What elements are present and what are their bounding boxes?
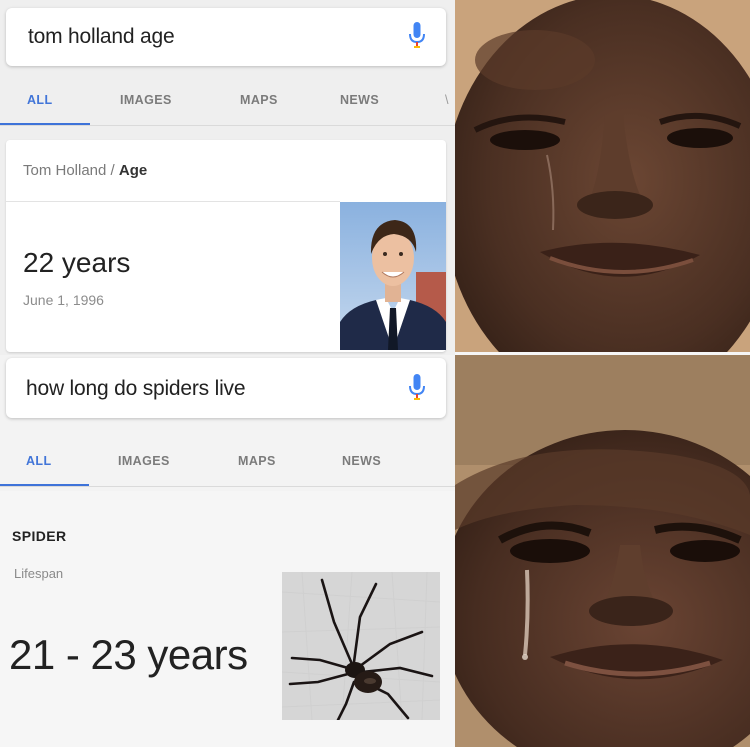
search-panel-spiders: how long do spiders live ALL IMAGES MAPS… bbox=[0, 355, 455, 747]
tabs-divider bbox=[0, 125, 455, 126]
search-bar[interactable]: tom holland age bbox=[6, 8, 446, 66]
microphone-icon[interactable] bbox=[408, 372, 426, 404]
answer-value: 22 years bbox=[23, 247, 131, 278]
result-tabs: ALL IMAGES MAPS NEWS \ bbox=[0, 82, 455, 126]
result-tabs: ALL IMAGES MAPS NEWS bbox=[0, 443, 455, 487]
microphone-icon[interactable] bbox=[408, 20, 426, 52]
search-panel-tom-holland: tom holland age ALL IMAGES MAPS NEWS \ T… bbox=[0, 0, 455, 355]
tab-images[interactable]: IMAGES bbox=[120, 93, 172, 107]
breadcrumb-separator: / bbox=[106, 162, 119, 179]
reaction-images bbox=[455, 0, 750, 747]
answer-card-spider: SPIDER Lifespan 21 - 23 years bbox=[0, 491, 455, 747]
breadcrumb-entity[interactable]: Tom Holland bbox=[23, 162, 106, 179]
crying-man-photo-top bbox=[455, 0, 750, 352]
tab-maps[interactable]: MAPS bbox=[238, 454, 276, 468]
breadcrumb-attribute: Age bbox=[118, 162, 148, 179]
search-input[interactable]: tom holland age bbox=[28, 25, 175, 49]
tab-news[interactable]: NEWS bbox=[342, 454, 381, 468]
tab-news[interactable]: NEWS bbox=[340, 93, 379, 107]
tab-maps[interactable]: MAPS bbox=[240, 93, 278, 107]
answer-card-age: Tom Holland / Age 22 years June 1, 1996 bbox=[6, 140, 446, 352]
tab-all[interactable]: ALL bbox=[26, 454, 52, 468]
card-divider bbox=[6, 201, 340, 202]
search-screenshots: tom holland age ALL IMAGES MAPS NEWS \ T… bbox=[0, 0, 455, 747]
search-bar[interactable]: how long do spiders live bbox=[6, 358, 446, 418]
search-input[interactable]: how long do spiders live bbox=[26, 377, 246, 401]
answer-subtext: June 1, 1996 bbox=[23, 292, 104, 308]
crying-man-photo-bottom bbox=[455, 355, 750, 747]
tab-overflow-icon: \ bbox=[445, 93, 449, 107]
spider-photo[interactable] bbox=[282, 572, 440, 720]
tabs-divider bbox=[0, 486, 455, 487]
entity-title: SPIDER bbox=[12, 528, 67, 544]
tab-images[interactable]: IMAGES bbox=[118, 454, 170, 468]
reaction-separator bbox=[455, 352, 750, 355]
breadcrumb: Tom Holland / Age bbox=[23, 162, 147, 179]
portrait-photo[interactable] bbox=[340, 202, 446, 350]
tab-all[interactable]: ALL bbox=[27, 93, 53, 107]
answer-value: 21 - 23 years bbox=[9, 631, 248, 678]
attribute-label: Lifespan bbox=[14, 566, 64, 581]
